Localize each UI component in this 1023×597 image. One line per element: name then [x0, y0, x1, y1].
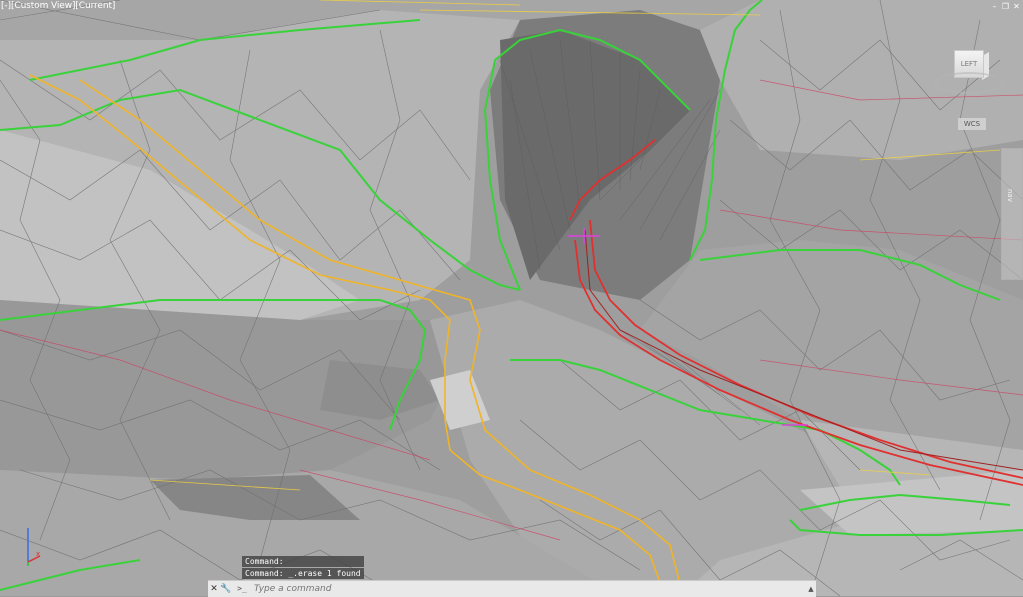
command-prompt-icon[interactable]: >_ [232, 583, 252, 595]
restore-icon[interactable]: ❐ [1001, 2, 1010, 11]
command-history-line: Command: _.erase 1 found [242, 568, 364, 579]
ucs-axis-icon: x [27, 528, 41, 566]
customize-wrench-icon[interactable]: 🔧 [220, 582, 232, 596]
command-line-bar: ✕ 🔧 >_ ▲ [208, 580, 816, 597]
navigation-bar[interactable]: nav [1001, 148, 1023, 280]
model-viewport[interactable] [0, 0, 1023, 596]
close-command-line-icon[interactable]: ✕ [208, 582, 220, 596]
chevron-up-icon[interactable]: ▲ [806, 585, 816, 593]
ucs-menu-button[interactable]: WCS [958, 118, 986, 130]
minimize-icon[interactable]: – [990, 2, 999, 11]
viewcube-compass-ring[interactable] [934, 72, 1004, 94]
close-icon[interactable]: ✕ [1012, 2, 1021, 11]
viewport-label[interactable]: [-][Custom View][Current] [1, 1, 115, 11]
command-input[interactable] [252, 582, 806, 596]
viewport-window-controls: – ❐ ✕ [990, 2, 1021, 11]
terrain-model[interactable] [0, 0, 1023, 596]
viewcube[interactable]: LEFT WCS [930, 40, 1010, 130]
command-history: Command: Command: _.erase 1 found [242, 556, 364, 580]
ucs-x-label: x [36, 550, 40, 558]
navbar-label: nav [1006, 189, 1014, 202]
command-history-line: Command: [242, 556, 364, 567]
